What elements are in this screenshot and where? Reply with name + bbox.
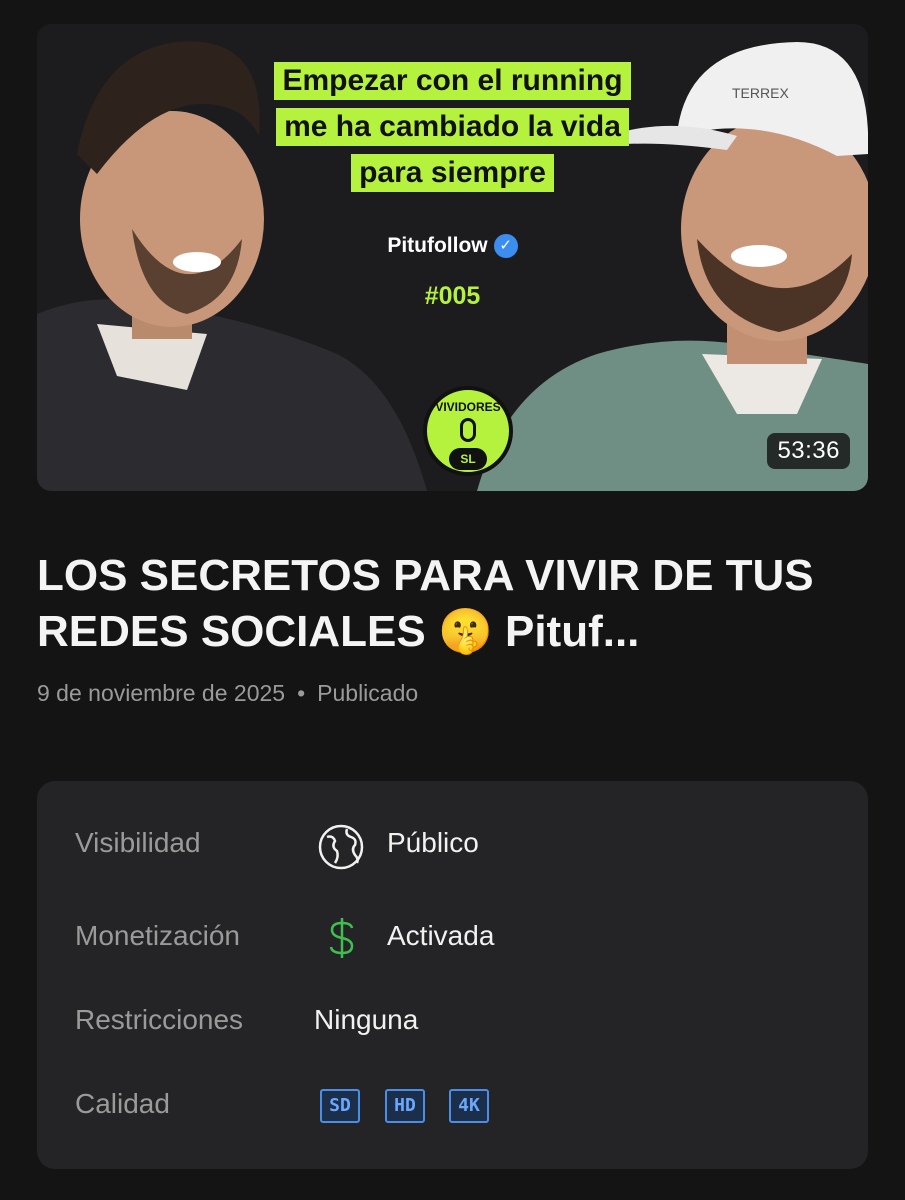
episode-number: #005 xyxy=(424,282,481,310)
globe-icon xyxy=(317,823,365,876)
restrictions-label: Restricciones xyxy=(75,1004,244,1035)
microphone-icon xyxy=(460,418,476,442)
publish-status: Publicado xyxy=(317,680,419,706)
verified-badge-icon: ✓ xyxy=(493,234,518,259)
video-meta: 9 de noviembre de 2025 • Publicado xyxy=(37,680,418,707)
dollar-icon xyxy=(327,914,357,967)
visibility-label: Visibilidad xyxy=(75,827,201,858)
video-thumbnail[interactable]: TERREX Empezar con el running me ha camb… xyxy=(37,24,868,491)
channel-name: Pitufollow xyxy=(387,234,488,257)
restrictions-value[interactable]: Ninguna xyxy=(314,1004,418,1036)
logo-bottom-text: SL xyxy=(449,448,487,470)
headline-line: para siempre xyxy=(351,154,554,192)
meta-separator: • xyxy=(297,680,306,706)
video-details-card: Visibilidad Público Monetización Activad… xyxy=(37,781,868,1169)
video-duration: 53:36 xyxy=(767,433,850,469)
quality-badge-hd: HD xyxy=(385,1089,425,1123)
quality-label: Calidad xyxy=(75,1088,170,1119)
quality-badge-sd: SD xyxy=(320,1089,360,1123)
visibility-value[interactable]: Público xyxy=(387,827,479,859)
headline-line: me ha cambiado la vida xyxy=(276,108,629,146)
monetization-value[interactable]: Activada xyxy=(387,920,494,952)
logo-top-text: VIVIDORES xyxy=(435,400,501,414)
thumbnail-channel: Pitufollow ✓ xyxy=(37,234,868,259)
monetization-label: Monetización xyxy=(75,920,240,951)
publish-date: 9 de noviembre de 2025 xyxy=(37,680,286,706)
headline-line: Empezar con el running xyxy=(274,62,631,100)
podcast-logo: VIVIDORES SL xyxy=(423,386,513,476)
video-title[interactable]: LOS SECRETOS PARA VIVIR DE TUS REDES SOC… xyxy=(37,548,868,660)
thumbnail-headline: Empezar con el running me ha cambiado la… xyxy=(37,62,868,192)
quality-badge-4k: 4K xyxy=(449,1089,489,1123)
